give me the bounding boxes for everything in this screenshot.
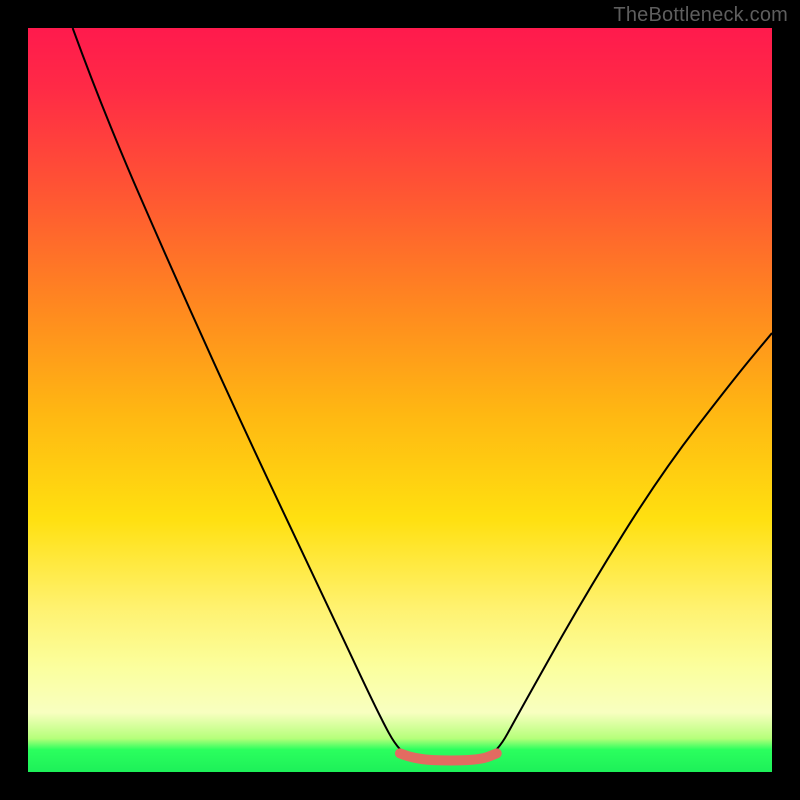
salmon-flat-bottom (400, 753, 497, 760)
plot-area (28, 28, 772, 772)
black-v-curve (73, 28, 772, 761)
chart-svg (28, 28, 772, 772)
watermark-text: TheBottleneck.com (613, 4, 788, 27)
chart-frame: TheBottleneck.com (0, 0, 800, 800)
